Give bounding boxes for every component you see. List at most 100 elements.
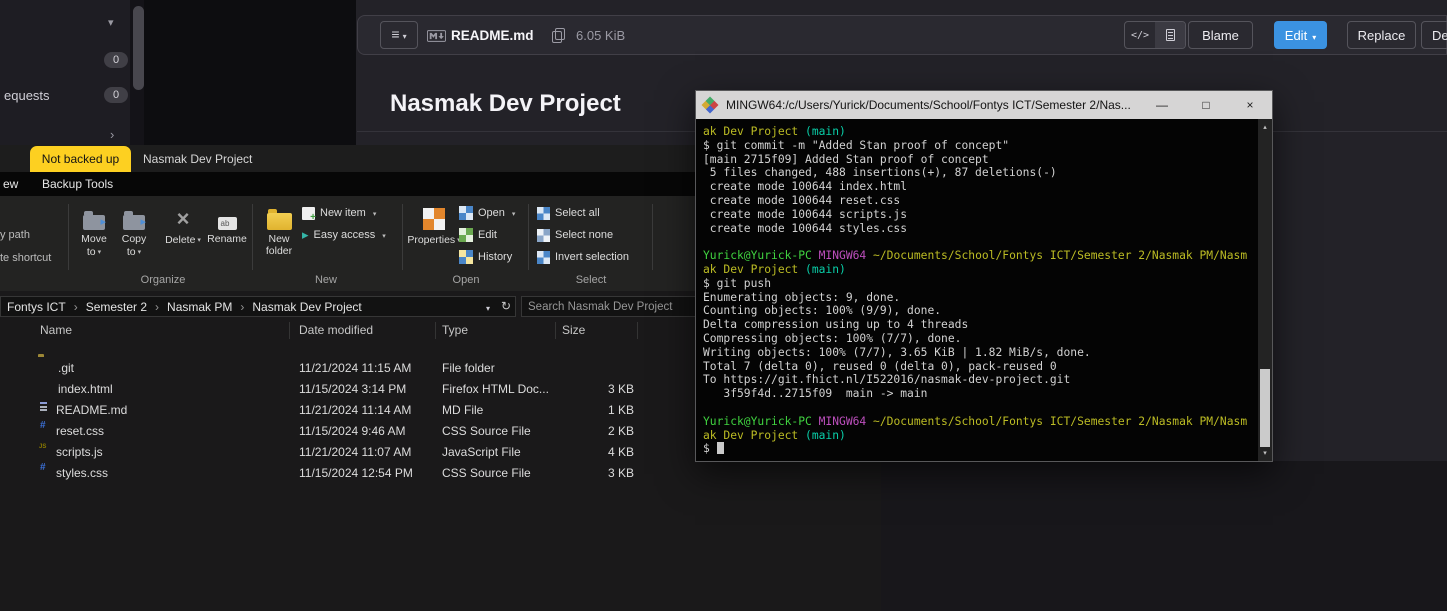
ribbon-group-select: Select: [532, 274, 650, 286]
history-label: History: [478, 251, 512, 263]
chevron-down-icon: [98, 245, 102, 259]
copy-path-icon[interactable]: [552, 28, 564, 42]
copy-to-icon: [123, 215, 145, 230]
menu-backup-tools[interactable]: Backup Tools: [42, 172, 113, 196]
mingw-icon: [702, 97, 719, 114]
file-row[interactable]: styles.css11/15/2024 12:54 PMCSS Source …: [0, 462, 881, 483]
column-header-date-modified[interactable]: Date modified: [299, 323, 373, 337]
delete-label: Delete: [165, 234, 195, 246]
delete-button[interactable]: Delete: [162, 204, 204, 247]
terminal-window: MINGW64:/c/Users/Yurick/Documents/School…: [695, 90, 1273, 462]
address-bar[interactable]: Fontys ICTSemester 2Nasmak PMNasmak Dev …: [0, 296, 516, 317]
display-options-button[interactable]: [380, 21, 418, 49]
gitlab-sidebar: 0 equests 0: [0, 0, 130, 145]
new-item-button[interactable]: New item: [302, 203, 376, 223]
explorer-tab-title[interactable]: Nasmak Dev Project: [143, 145, 252, 172]
invert-selection-button[interactable]: Invert selection: [537, 247, 629, 267]
page-lower-region: [881, 461, 1447, 611]
column-header-type[interactable]: Type: [442, 323, 468, 337]
history-button[interactable]: History: [459, 247, 512, 267]
new-folder-icon: [267, 213, 292, 230]
chevron-down-icon: [197, 233, 201, 247]
column-divider[interactable]: [637, 322, 638, 339]
scroll-up-icon[interactable]: [1258, 121, 1272, 133]
open-button[interactable]: Open: [459, 203, 515, 223]
terminal-scrollbar[interactable]: [1258, 119, 1272, 461]
document-icon: [1166, 29, 1175, 41]
ribbon-group-new: New: [256, 274, 396, 286]
ribbon-separator: [528, 204, 529, 270]
properties-button[interactable]: Properties: [407, 204, 461, 247]
terminal-output[interactable]: ak Dev Project (main)$ git commit -m "Ad…: [696, 119, 1272, 461]
move-to-label2: to: [87, 246, 96, 258]
code-view-button[interactable]: </>: [1125, 22, 1155, 48]
open-label: Open: [478, 207, 505, 219]
new-folder-button[interactable]: New folder: [256, 204, 302, 257]
open-icon: [459, 206, 473, 220]
select-all-button[interactable]: Select all: [537, 203, 600, 223]
breadcrumb-item[interactable]: Semester 2: [66, 300, 147, 314]
chevron-down-icon: [382, 229, 386, 241]
column-divider[interactable]: [435, 322, 436, 339]
select-none-label: Select none: [555, 229, 613, 241]
invert-selection-label: Invert selection: [555, 251, 629, 263]
copy-to-button[interactable]: Copy to: [114, 204, 154, 259]
rendered-view-button[interactable]: [1155, 22, 1185, 48]
new-item-icon: [302, 207, 315, 220]
new-folder-label: New: [268, 233, 289, 245]
edit-button[interactable]: Edit: [1274, 21, 1327, 49]
scroll-down-icon[interactable]: [1258, 447, 1272, 459]
select-none-button[interactable]: Select none: [537, 225, 613, 245]
delete-button[interactable]: De: [1421, 21, 1447, 49]
breadcrumb-item[interactable]: Fontys ICT: [7, 300, 66, 314]
paste-shortcut-button[interactable]: te shortcut: [0, 252, 51, 264]
scrollbar-thumb[interactable]: [1260, 369, 1270, 447]
ribbon-group-open: Open: [406, 274, 526, 286]
search-input[interactable]: Search Nasmak Dev Project: [521, 296, 697, 317]
breadcrumb-item[interactable]: Nasmak PM: [147, 300, 232, 314]
window-controls: — □ ×: [1140, 91, 1272, 119]
count-badge: 0: [104, 52, 128, 68]
file-name: README.md: [451, 20, 534, 50]
close-button[interactable]: ×: [1228, 91, 1272, 119]
copy-to-label: Copy: [122, 233, 147, 245]
select-all-label: Select all: [555, 207, 600, 219]
edit-icon: [459, 228, 473, 242]
maximize-button[interactable]: □: [1184, 91, 1228, 119]
replace-button[interactable]: Replace: [1347, 21, 1416, 49]
easy-access-button[interactable]: Easy access: [302, 225, 386, 245]
rename-button[interactable]: Rename: [204, 204, 250, 245]
select-none-icon: [537, 229, 550, 242]
chevron-down-icon: [373, 207, 377, 219]
sidebar-item-merge-requests[interactable]: equests: [4, 88, 50, 103]
move-to-label: Move: [81, 233, 107, 245]
markdown-icon: [427, 29, 446, 47]
chevron-right-icon[interactable]: [110, 127, 114, 142]
properties-label: Properties: [407, 234, 455, 246]
column-divider[interactable]: [289, 322, 290, 339]
copy-path-button[interactable]: y path: [0, 229, 30, 241]
terminal-title-bar[interactable]: MINGW64:/c/Users/Yurick/Documents/School…: [696, 91, 1272, 119]
edit-button[interactable]: Edit: [459, 225, 497, 245]
not-backed-up-badge[interactable]: Not backed up: [30, 146, 131, 172]
chevron-down-icon[interactable]: [108, 16, 114, 29]
new-item-label: New item: [320, 207, 366, 219]
background-gap: [144, 0, 356, 145]
new-folder-label2: folder: [266, 245, 292, 257]
invert-selection-icon: [537, 251, 550, 264]
sidebar-scrollbar-thumb[interactable]: [133, 6, 144, 90]
desktop: README.md 6.05 KiB </> Blame Edit Replac…: [0, 0, 1447, 611]
column-divider[interactable]: [555, 322, 556, 339]
delete-icon: [177, 208, 190, 230]
breadcrumb-item[interactable]: Nasmak Dev Project: [232, 300, 361, 314]
rename-icon: [218, 217, 237, 230]
refresh-icon[interactable]: [501, 295, 511, 316]
address-dropdown-icon[interactable]: [486, 296, 490, 317]
column-header-name[interactable]: Name: [40, 323, 72, 337]
move-to-button[interactable]: Move to: [74, 204, 114, 259]
menu-view[interactable]: ew: [3, 172, 18, 196]
blame-button[interactable]: Blame: [1188, 21, 1253, 49]
column-header-size[interactable]: Size: [562, 323, 585, 337]
minimize-button[interactable]: —: [1140, 91, 1184, 119]
count-badge: 0: [104, 87, 128, 103]
